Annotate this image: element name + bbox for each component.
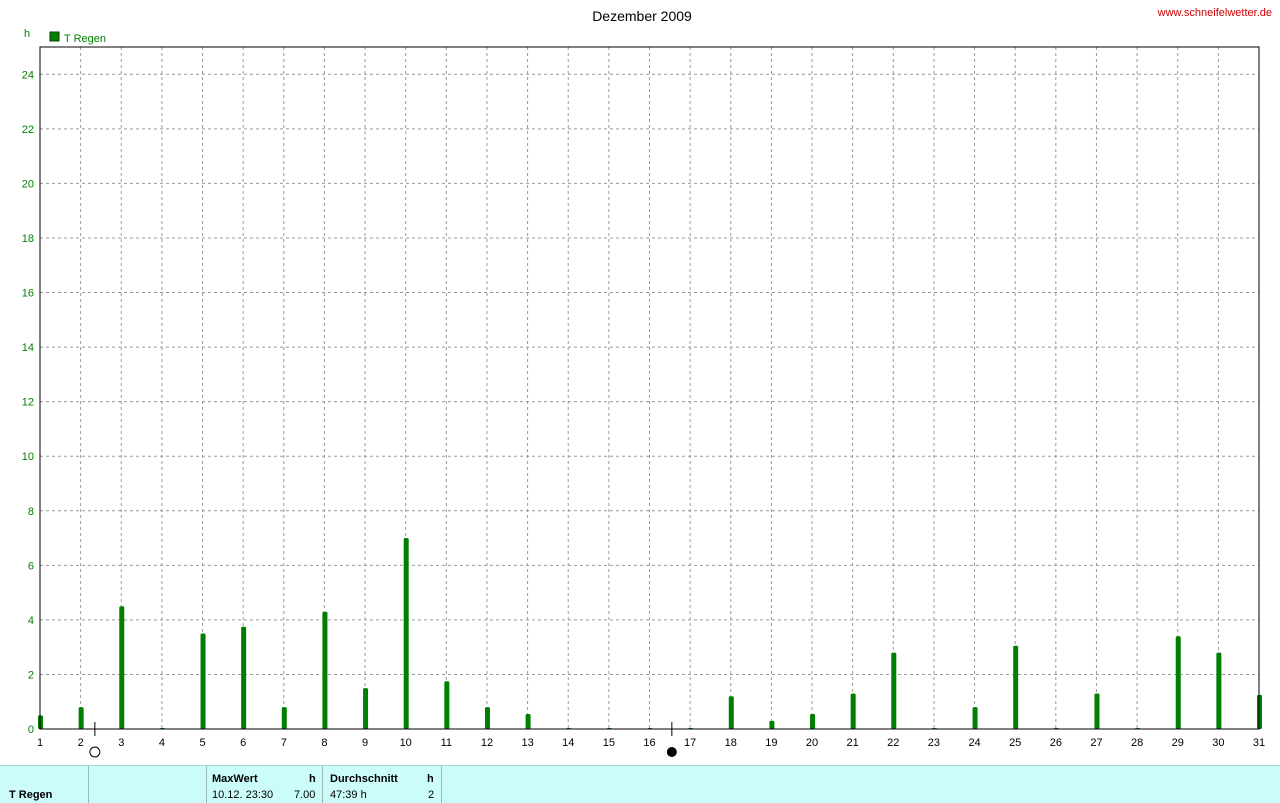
bar — [241, 626, 247, 729]
footer-max-value: 7.00 — [294, 789, 316, 801]
rain-duration-chart: Dezember 2009 www.schneifelwetter.de h T… — [22, 7, 1272, 758]
y-tick-label: 14 — [22, 342, 34, 354]
y-tick-label: 18 — [22, 233, 34, 245]
watermark: www.schneifelwetter.de — [1157, 7, 1272, 19]
x-tick-label: 27 — [1090, 737, 1102, 749]
bar — [1216, 652, 1222, 729]
footer-divider — [441, 766, 442, 803]
footer-avg-count: 2 — [428, 789, 435, 801]
y-tick-label: 10 — [22, 451, 34, 463]
legend-swatch — [49, 31, 60, 42]
x-tick-label: 25 — [1009, 737, 1021, 749]
x-tick-label: 26 — [1050, 737, 1062, 749]
x-tick-label: 23 — [928, 737, 940, 749]
x-tick-label: 13 — [521, 737, 533, 749]
x-tick-label: 4 — [159, 737, 165, 749]
x-tick-label: 11 — [441, 737, 452, 749]
y-tick-label: 20 — [22, 178, 34, 190]
full-moon-icon — [89, 746, 101, 758]
y-tick-label: 12 — [22, 397, 34, 409]
bar — [769, 720, 775, 729]
bar — [322, 611, 328, 729]
legend-label: T Regen — [64, 33, 106, 45]
x-tick-label: 6 — [240, 737, 246, 749]
bar — [484, 707, 490, 729]
bar — [78, 707, 84, 729]
x-tick-label: 16 — [643, 737, 655, 749]
x-tick-label: 5 — [199, 737, 205, 749]
x-tick-label: 9 — [362, 737, 368, 749]
x-tick-label: 24 — [968, 737, 980, 749]
x-tick-label: 2 — [78, 737, 84, 749]
x-tick-label: 18 — [725, 737, 737, 749]
y-tick-label: 6 — [28, 560, 34, 572]
x-tick-label: 3 — [118, 737, 124, 749]
footer-avg-header: Durchschnitt — [330, 773, 398, 785]
bar — [728, 696, 734, 729]
bar — [850, 693, 856, 729]
footer-divider — [322, 766, 323, 803]
y-tick-label: 16 — [22, 288, 34, 300]
chart-title: Dezember 2009 — [592, 8, 692, 24]
x-tick-label: 1 — [37, 737, 43, 749]
y-tick-label: 4 — [28, 615, 34, 627]
x-tick-label: 22 — [887, 737, 899, 749]
bar — [1094, 693, 1100, 729]
footer-max-header: MaxWert — [212, 773, 258, 785]
bar — [403, 538, 409, 729]
y-tick-label: 24 — [22, 69, 34, 81]
x-tick-label: 15 — [603, 737, 615, 749]
x-tick-label: 10 — [400, 737, 412, 749]
y-tick-label: 2 — [28, 669, 34, 681]
bar — [363, 688, 369, 729]
x-tick-label: 29 — [1172, 737, 1184, 749]
footer-avg-value: 47:39 h — [330, 789, 367, 801]
bar — [525, 713, 531, 729]
summary-footer: T Regen MaxWert h 10.12. 23:30 7.00 Durc… — [0, 765, 1280, 803]
footer-avg-unit: h — [427, 773, 434, 785]
y-axis-unit-label: h — [24, 28, 30, 40]
bar — [119, 606, 125, 729]
footer-divider — [206, 766, 207, 803]
bar — [972, 707, 978, 729]
bar — [1013, 645, 1019, 729]
x-tick-label: 17 — [684, 737, 696, 749]
y-tick-label: 22 — [22, 124, 34, 136]
x-tick-label: 28 — [1131, 737, 1143, 749]
footer-series-label: T Regen — [9, 789, 53, 801]
footer-divider — [88, 766, 89, 803]
new-moon-icon — [666, 747, 677, 757]
bar — [444, 681, 450, 729]
y-tick-label: 8 — [28, 506, 34, 518]
bar — [1175, 636, 1181, 729]
x-tick-label: 30 — [1212, 737, 1224, 749]
bar — [200, 633, 206, 729]
y-tick-label: 0 — [28, 724, 34, 736]
x-tick-label: 31 — [1253, 737, 1265, 749]
x-tick-label: 14 — [562, 737, 574, 749]
x-tick-label: 19 — [765, 737, 777, 749]
x-tick-label: 21 — [847, 737, 859, 749]
footer-max-unit: h — [309, 773, 316, 785]
bar — [891, 652, 897, 729]
footer-max-date: 10.12. 23:30 — [212, 789, 274, 801]
x-tick-label: 8 — [321, 737, 327, 749]
bar — [281, 707, 287, 729]
x-tick-label: 7 — [281, 737, 287, 749]
bar — [810, 713, 816, 729]
x-tick-label: 12 — [481, 737, 493, 749]
x-tick-label: 20 — [806, 737, 818, 749]
